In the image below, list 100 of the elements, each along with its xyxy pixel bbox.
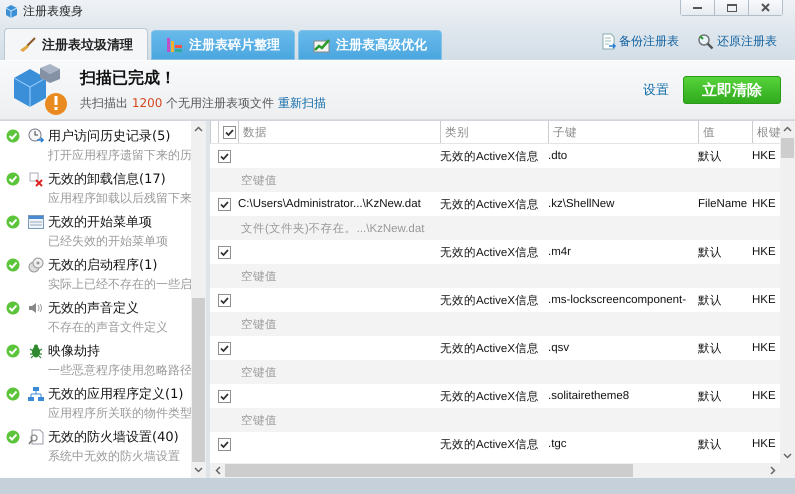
check-circle-icon[interactable] — [6, 387, 20, 401]
checkbox[interactable] — [218, 150, 230, 162]
scan-summary-text: 共扫描出 1200 个无用注册表项文件 重新扫描 — [80, 95, 328, 112]
menu-list-icon — [28, 214, 44, 230]
row-note: 空键值 — [240, 365, 278, 380]
table-cell-text: 无效的ActiveX信息 — [440, 246, 540, 260]
table-cell-text: HKE — [752, 150, 777, 162]
tab[interactable]: 注册表垃圾清理 — [4, 28, 148, 60]
table-cell-text: 默认 — [698, 150, 723, 164]
check-circle-icon[interactable] — [6, 344, 20, 358]
growth-chart-icon — [313, 37, 331, 53]
category-title[interactable]: 用户访问历史记录(5) — [48, 127, 191, 145]
check-circle-icon[interactable] — [6, 301, 20, 315]
table-cell-text: .dto — [548, 150, 568, 162]
table-cell-text: HKE — [752, 342, 777, 354]
broom-icon — [19, 36, 37, 52]
table-cell-text: HKE — [752, 246, 777, 258]
close-button[interactable] — [748, 0, 782, 15]
column-header[interactable]: 子键 — [548, 121, 698, 143]
table-cell-text: 默认 — [698, 246, 723, 260]
document-delete-icon — [28, 171, 44, 187]
table-cell-text: 无效的ActiveX信息 — [440, 390, 540, 404]
table-cell-text: 无效的ActiveX信息 — [440, 294, 540, 308]
category-title[interactable]: 无效的声音定义 — [48, 299, 191, 317]
discs-icon — [28, 257, 44, 273]
document-search-icon — [28, 429, 44, 445]
scrollbar-thumb[interactable] — [781, 138, 794, 158]
maximize-button[interactable] — [714, 0, 748, 15]
category-description: 已经失效的开始菜单项 — [48, 233, 169, 250]
table-cell-text: 默认 — [698, 294, 723, 308]
toolbar-link[interactable]: 备份注册表 — [602, 32, 679, 50]
category-description: 系统中无效的防火墙设置 — [48, 448, 181, 465]
row-note: 空键值 — [240, 317, 278, 332]
maximize-icon — [726, 4, 736, 12]
checkbox[interactable] — [218, 390, 230, 402]
column-header[interactable]: 类别 — [440, 121, 548, 143]
table-cell-text: 无效的ActiveX信息 — [440, 438, 540, 452]
table-cell-text: HKE — [752, 294, 777, 306]
category-title[interactable]: 无效的防火墙设置(40) — [48, 428, 191, 446]
settings-link[interactable]: 设置 — [643, 81, 669, 99]
check-circle-icon[interactable] — [6, 172, 20, 186]
category-title[interactable]: 映像劫持 — [48, 342, 191, 360]
scroll-right-icon[interactable] — [770, 466, 776, 475]
scroll-down-icon[interactable] — [783, 452, 792, 458]
scroll-up-icon[interactable] — [194, 126, 203, 132]
column-header[interactable]: 值 — [698, 121, 752, 143]
table-cell-text: 默认 — [698, 342, 723, 356]
checkbox[interactable] — [218, 198, 230, 210]
rescan-link[interactable]: 重新扫描 — [278, 96, 326, 110]
table-cell-text: .qsv — [548, 342, 570, 354]
table-cell-text: C:\Users\Administrator...\KzNew.dat — [238, 198, 422, 210]
magnifier-icon — [697, 32, 714, 50]
column-header[interactable]: 数据 — [238, 121, 440, 143]
row-note: 文件(文件夹)不存在。...\KzNew.dat — [240, 222, 426, 236]
check-circle-icon[interactable] — [6, 258, 20, 272]
category-title[interactable]: 无效的开始菜单项 — [48, 213, 191, 231]
table-cell-text: FileName — [698, 198, 748, 210]
document-icon — [602, 32, 616, 50]
checkbox[interactable] — [218, 294, 230, 306]
minimize-button[interactable] — [681, 0, 714, 15]
category-title[interactable]: 无效的启动程序(1) — [48, 256, 191, 274]
bar-chart-icon — [166, 37, 184, 53]
toolbar-link[interactable]: 还原注册表 — [697, 32, 777, 50]
scrollbar[interactable] — [191, 121, 206, 478]
scroll-left-icon[interactable] — [214, 466, 220, 475]
scrollbar-thumb[interactable] — [225, 464, 633, 477]
table-cell-text: 默认 — [698, 438, 723, 452]
checkbox[interactable] — [218, 342, 230, 354]
window-title: 注册表瘦身 — [23, 2, 84, 20]
row-note: 空键值 — [240, 269, 278, 284]
speaker-icon — [28, 300, 44, 316]
category-description: 实际上已经不存在的一些启 — [48, 276, 191, 293]
table-cell-text: .m4r — [548, 246, 572, 258]
scroll-up-icon[interactable] — [783, 126, 792, 132]
check-circle-icon[interactable] — [6, 129, 20, 143]
scrollbar[interactable] — [780, 121, 795, 463]
minimize-icon — [693, 6, 702, 9]
scrollbar-thumb[interactable] — [192, 298, 205, 462]
table-cell-text: .solitairetheme8 — [548, 390, 630, 402]
bug-icon — [28, 343, 44, 359]
network-icon — [28, 386, 44, 402]
table-cell-text: 无效的ActiveX信息 — [440, 150, 540, 164]
table-cell-text: .tgc — [548, 438, 568, 450]
table-cell-text: 无效的ActiveX信息 — [440, 198, 540, 212]
checkbox[interactable] — [218, 121, 236, 143]
table-cell-text: .ms-lockscreencomponent- — [548, 294, 688, 306]
row-note: 空键值 — [240, 413, 278, 428]
check-circle-icon[interactable] — [6, 430, 20, 444]
category-title[interactable]: 无效的应用程序定义(1) — [48, 385, 191, 403]
horizontal-scrollbar[interactable] — [210, 463, 795, 478]
close-icon — [761, 3, 770, 12]
scroll-down-icon[interactable] — [194, 467, 203, 473]
scan-complete-title: 扫描已完成！ — [80, 68, 177, 89]
table-cell-text: HKE — [752, 198, 777, 210]
category-title[interactable]: 无效的卸载信息(17) — [48, 170, 191, 188]
table-cell-text: 无效的ActiveX信息 — [440, 342, 540, 356]
table-cell-text: .kz\ShellNew — [548, 198, 616, 210]
checkbox[interactable] — [218, 246, 230, 258]
checkbox[interactable] — [218, 438, 230, 450]
check-circle-icon[interactable] — [6, 215, 20, 229]
